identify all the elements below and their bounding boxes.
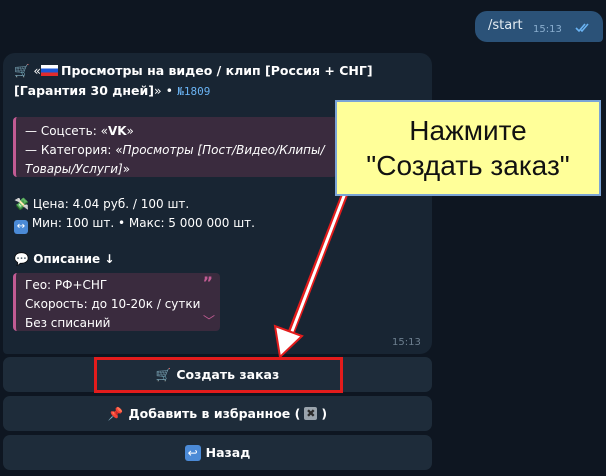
left-right-arrow-icon: ↔ xyxy=(14,220,28,234)
back-button[interactable]: ↩ Назад xyxy=(3,435,432,470)
service-details-quote: — Соцсеть: «VK» — Категория: «Просмотры … xyxy=(13,117,337,177)
social-network-line: — Соцсеть: «VK» xyxy=(25,122,337,141)
add-favorite-button[interactable]: 📌 Добавить в избранное ( ✖ ) xyxy=(3,396,432,431)
create-order-highlight xyxy=(94,357,343,393)
cross-mark-icon: ✖ xyxy=(304,407,318,420)
money-with-wings-icon: 💸 xyxy=(14,197,29,211)
callout-line2: "Создать заказ" xyxy=(366,150,570,181)
callout-line1: Нажмите xyxy=(409,115,527,146)
incoming-message: 🛒 «Просмотры на видео / клип [Россия + С… xyxy=(3,53,432,354)
quote-mark-icon: ” xyxy=(202,273,213,292)
description-line: Скорость: до 10-20к / сутки xyxy=(25,297,201,311)
speech-bubble-icon: 💬 xyxy=(14,252,29,266)
description-header: 💬 Описание ↓ xyxy=(14,250,114,269)
shopping-cart-icon: 🛒 xyxy=(14,63,30,78)
service-id-link[interactable]: №1809 xyxy=(177,85,210,98)
social-network-value: VK xyxy=(107,124,127,138)
description-line: Без списаний xyxy=(25,316,111,330)
minmax-text: Мин: 100 шт. • Макс: 5 000 000 шт. xyxy=(31,216,255,230)
expand-chevron-icon[interactable]: ﹀ xyxy=(203,312,215,331)
pushpin-icon: 📌 xyxy=(107,405,124,421)
back-label: Назад xyxy=(205,445,251,460)
minmax-line: ↔ Мин: 100 шт. • Макс: 5 000 000 шт. xyxy=(14,214,255,234)
title-prefix: « xyxy=(33,63,42,78)
category-line: — Категория: «Просмотры [Пост/Видео/Клип… xyxy=(25,141,337,179)
description-label: Описание ↓ xyxy=(33,252,115,266)
social-network-label: — Соцсеть: « xyxy=(25,124,108,138)
outgoing-message: /start 15:13 xyxy=(475,11,603,42)
outgoing-message-text: /start xyxy=(488,18,523,33)
description-line: Гео: РФ+СНГ xyxy=(25,278,108,292)
double-check-icon xyxy=(575,23,589,33)
instruction-callout: Нажмите "Создать заказ" xyxy=(335,100,601,196)
price-text: Цена: 4.04 руб. / 100 шт. xyxy=(32,197,190,211)
category-label: — Категория: « xyxy=(25,143,123,157)
description-quote[interactable]: ” Гео: РФ+СНГ Скорость: до 10-20к / сутк… xyxy=(13,273,220,331)
service-title: 🛒 «Просмотры на видео / клип [Россия + С… xyxy=(14,61,419,102)
social-network-suffix: » xyxy=(126,124,134,138)
add-favorite-label: Добавить в избранное ( xyxy=(128,406,301,421)
add-favorite-suffix: ) xyxy=(321,406,328,421)
category-suffix: » xyxy=(122,162,131,176)
title-suffix: » • xyxy=(153,83,173,98)
russia-flag-icon xyxy=(41,65,59,76)
incoming-message-time: 15:13 xyxy=(392,337,421,348)
outgoing-message-time: 15:13 xyxy=(533,24,562,35)
back-arrow-icon: ↩ xyxy=(184,444,201,461)
price-line: 💸 Цена: 4.04 руб. / 100 шт. xyxy=(14,195,189,214)
